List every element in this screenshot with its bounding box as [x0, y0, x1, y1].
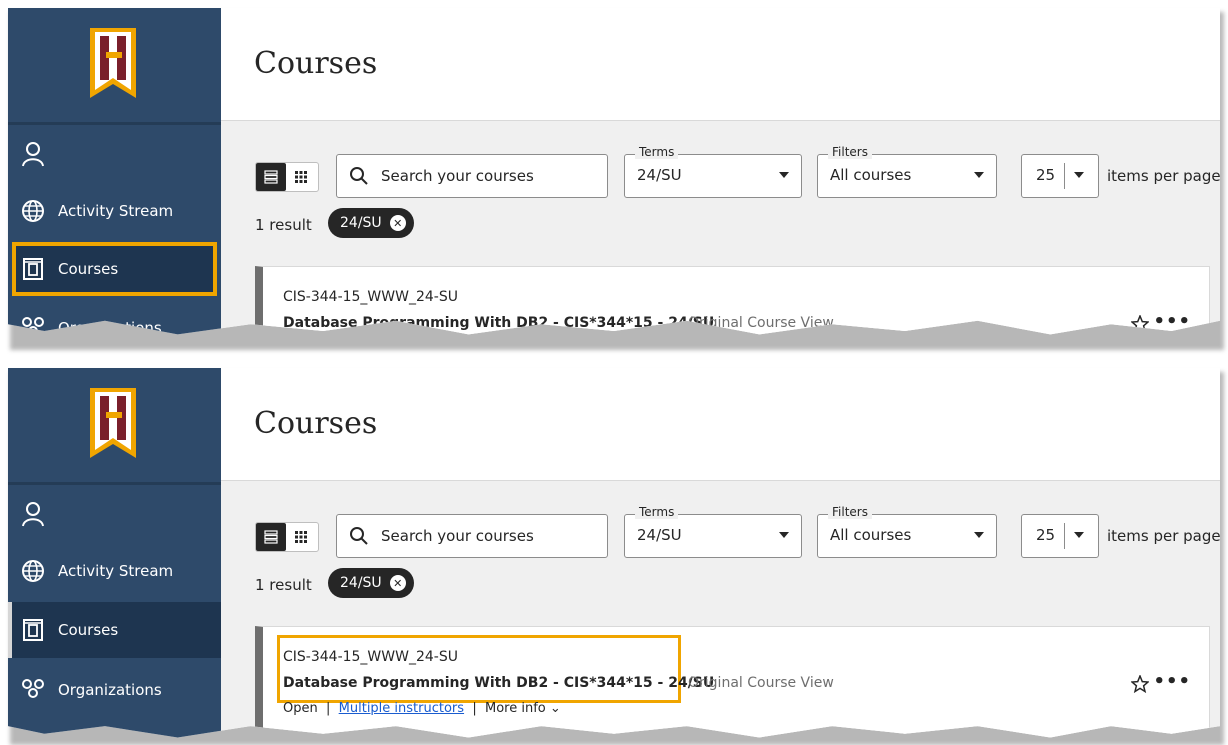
term-filter-chip[interactable]: 24/SU ✕ — [328, 208, 414, 238]
chevron-down-icon — [1074, 172, 1084, 178]
courses-icon — [20, 256, 46, 282]
term-filter-chip[interactable]: 24/SU ✕ — [328, 568, 414, 598]
screenshot-panel-before: Activity Stream Courses Organizations Co… — [8, 8, 1220, 335]
result-count: 1 result — [255, 216, 312, 234]
terms-label: Terms — [635, 145, 679, 159]
divider — [1064, 163, 1065, 189]
banner-h-logo[interactable] — [88, 386, 138, 460]
items-per-page-select[interactable]: 25 — [1021, 154, 1099, 198]
course-title[interactable]: Database Programming With DB2 - CIS*344*… — [283, 675, 714, 691]
filters-dropdown[interactable]: Filters All courses — [817, 505, 997, 558]
chevron-down-icon — [1074, 532, 1084, 538]
per-page-label: items per page — [1107, 167, 1220, 185]
instructors-link[interactable]: Multiple instructors — [339, 701, 464, 716]
screenshot-panel-after: Activity Stream Courses Organizations Co… — [8, 368, 1220, 738]
page-header: Courses — [221, 8, 1220, 121]
chevron-down-icon — [779, 172, 789, 178]
view-toggle — [255, 522, 319, 552]
list-view-icon[interactable] — [256, 163, 286, 191]
search-icon — [350, 167, 368, 185]
close-icon[interactable]: ✕ — [389, 215, 406, 231]
nav-label: Courses — [58, 621, 119, 639]
logo-area — [8, 368, 221, 485]
view-toggle — [255, 162, 319, 192]
items-per-page-select[interactable]: 25 — [1021, 514, 1099, 558]
course-view-type: Original Course View — [688, 675, 834, 691]
chevron-down-icon — [974, 532, 984, 538]
filters-value: All courses — [830, 526, 912, 544]
nav-label: Activity Stream — [58, 562, 174, 580]
star-icon[interactable] — [1131, 675, 1149, 693]
course-id: CIS-344-15_WWW_24-SU — [283, 289, 458, 305]
nav-activity-stream[interactable]: Activity Stream — [8, 543, 221, 599]
more-options-icon[interactable]: ••• — [1153, 671, 1191, 692]
nav-label: Courses — [58, 260, 119, 278]
search-icon — [350, 527, 368, 545]
search-input[interactable]: Search your courses — [336, 514, 608, 558]
courses-icon — [20, 617, 46, 643]
terms-label: Terms — [635, 505, 679, 519]
divider — [1064, 523, 1065, 549]
person-icon — [20, 501, 46, 527]
nav-activity-stream[interactable]: Activity Stream — [8, 183, 221, 239]
nav-courses[interactable]: Courses — [8, 602, 225, 658]
course-title-highlight — [277, 635, 681, 703]
page-title: Courses — [254, 46, 378, 81]
courses-content: Search your courses Terms 24/SU Filters … — [221, 481, 1220, 738]
organizations-icon — [20, 677, 46, 703]
nav-profile[interactable] — [8, 126, 221, 182]
search-placeholder: Search your courses — [381, 167, 534, 185]
per-page-value: 25 — [1036, 166, 1056, 184]
result-count: 1 result — [255, 576, 312, 594]
page-header: Courses — [221, 368, 1220, 481]
terms-value: 24/SU — [637, 166, 682, 184]
banner-h-logo[interactable] — [88, 26, 138, 100]
nav-label: Activity Stream — [58, 202, 174, 220]
nav-courses[interactable]: Courses — [12, 242, 217, 296]
nav-label: Organizations — [58, 681, 162, 699]
filters-label: Filters — [828, 505, 872, 519]
search-input[interactable]: Search your courses — [336, 154, 608, 198]
chevron-down-icon: ⌄ — [549, 701, 561, 716]
filters-label: Filters — [828, 145, 872, 159]
chevron-down-icon — [779, 532, 789, 538]
page-title: Courses — [254, 406, 378, 441]
chip-label: 24/SU — [340, 215, 382, 231]
close-icon[interactable]: ✕ — [389, 575, 406, 591]
sidebar: Activity Stream Courses Organizations — [8, 368, 225, 738]
search-placeholder: Search your courses — [381, 527, 534, 545]
nav-profile[interactable] — [8, 486, 221, 542]
logo-area — [8, 8, 221, 125]
chip-label: 24/SU — [340, 575, 382, 591]
terms-value: 24/SU — [637, 526, 682, 544]
main-area: Courses Search your courses Terms 24/SU — [221, 8, 1220, 335]
more-info-button[interactable]: More info — [485, 701, 546, 716]
sidebar: Activity Stream Courses Organizations — [8, 8, 221, 335]
list-view-icon[interactable] — [256, 523, 286, 551]
course-id: CIS-344-15_WWW_24-SU — [283, 649, 458, 665]
globe-icon — [20, 558, 46, 584]
filters-dropdown[interactable]: Filters All courses — [817, 145, 997, 198]
person-icon — [20, 141, 46, 167]
grid-view-icon[interactable] — [286, 163, 316, 191]
grid-view-icon[interactable] — [286, 523, 316, 551]
per-page-value: 25 — [1036, 526, 1056, 544]
globe-icon — [20, 198, 46, 224]
main-area: Courses Search your courses Terms 24/SU — [221, 368, 1220, 738]
nav-organizations[interactable]: Organizations — [8, 662, 221, 718]
terms-dropdown[interactable]: Terms 24/SU — [624, 505, 802, 558]
per-page-label: items per page — [1107, 527, 1220, 545]
courses-content: Search your courses Terms 24/SU Filters … — [221, 121, 1220, 335]
course-links: Open | Multiple instructors | More info … — [283, 701, 561, 716]
chevron-down-icon — [974, 172, 984, 178]
course-status: Open — [283, 701, 318, 716]
terms-dropdown[interactable]: Terms 24/SU — [624, 145, 802, 198]
filters-value: All courses — [830, 166, 912, 184]
